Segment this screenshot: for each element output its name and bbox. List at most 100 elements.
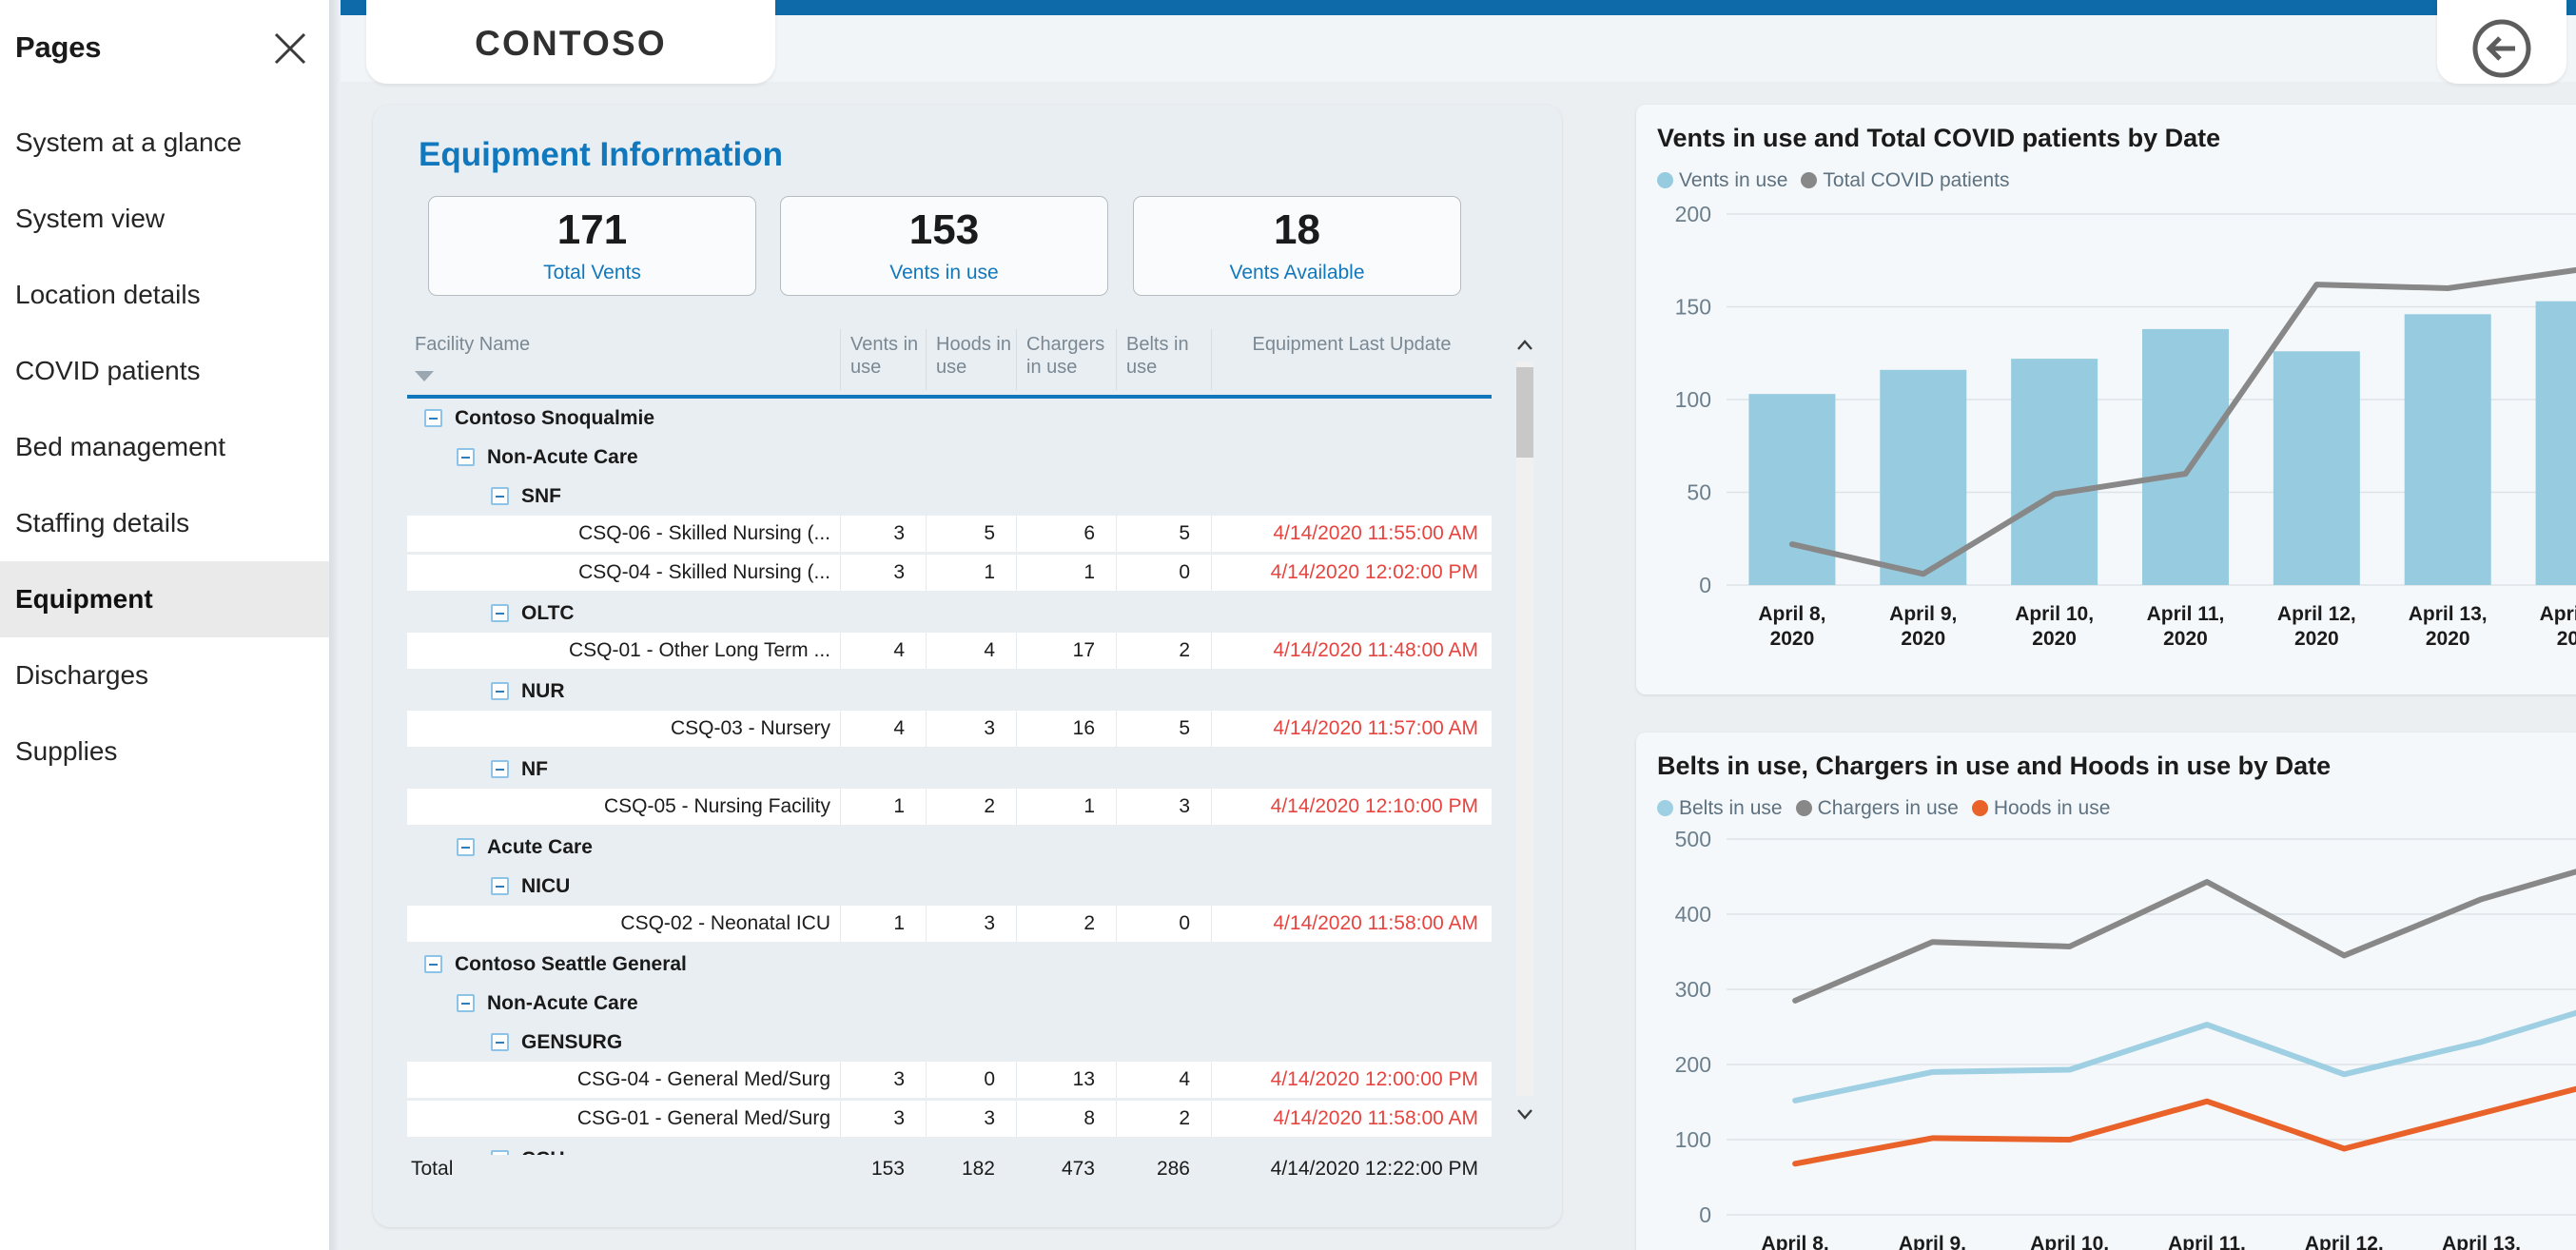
matrix-data-row[interactable]: CSG-01 - General Med/Surg 3 3 8 2 4/14/2020 1…: [407, 1101, 1492, 1137]
total-chargers: 473: [1061, 1158, 1095, 1180]
bar-0[interactable]: [1748, 394, 1836, 585]
bar-6[interactable]: [2535, 301, 2576, 585]
sidebar-item-label: Discharges: [15, 660, 149, 690]
cell-chargers: 17: [1016, 633, 1095, 669]
sidebar-item-staffing-details[interactable]: Staffing details: [0, 485, 329, 561]
collapse-expander-icon[interactable]: [491, 682, 509, 700]
cell-chargers: 2: [1016, 906, 1095, 942]
back-button[interactable]: [2437, 0, 2566, 84]
total-belts: 286: [1156, 1158, 1190, 1180]
bar-4[interactable]: [2273, 351, 2360, 585]
collapse-expander-icon[interactable]: [491, 877, 509, 895]
scrollbar-thumb[interactable]: [1516, 367, 1533, 458]
collapse-expander-icon[interactable]: [424, 955, 442, 973]
matrix-data-row[interactable]: CSQ-03 - Nursery 4 3 16 5 4/14/2020 11:57:00 …: [407, 711, 1492, 747]
scrollbar-track[interactable]: [1516, 361, 1533, 1096]
sidebar-item-label: Supplies: [15, 736, 118, 766]
sidebar-item-equipment[interactable]: Equipment: [0, 561, 329, 637]
cell-equipment-last-update: 4/14/2020 11:58:00 AM: [1211, 1101, 1492, 1137]
matrix-group-row[interactable]: OLTC: [407, 594, 1492, 633]
x-axis-tick: April 12,2020: [2304, 1233, 2384, 1250]
sidebar-item-label: COVID patients: [15, 356, 201, 385]
scroll-up-chevron-icon[interactable]: [1514, 335, 1535, 358]
collapse-expander-icon[interactable]: [457, 994, 475, 1012]
brand-logo-tab: CONTOSO: [366, 0, 775, 84]
column-header-hoods-in-use[interactable]: Hoods in use: [926, 329, 1016, 390]
sidebar-item-discharges[interactable]: Discharges: [0, 637, 329, 713]
sidebar-item-supplies[interactable]: Supplies: [0, 713, 329, 790]
pages-list: System at a glance System view Location de…: [0, 105, 329, 790]
kpi-card-vents-in-use[interactable]: 153 Vents in use: [780, 196, 1108, 296]
column-header-equipment-last-update[interactable]: Equipment Last Update: [1211, 329, 1492, 390]
matrix-data-row[interactable]: CSQ-05 - Nursing Facility 1 2 1 3 4/14/2020 1…: [407, 789, 1492, 825]
collapse-expander-icon[interactable]: [424, 409, 442, 427]
column-header-chargers-in-use[interactable]: Chargers in use: [1016, 329, 1116, 390]
matrix-group-row[interactable]: Contoso Snoqualmie: [407, 399, 1492, 438]
collapse-expander-icon[interactable]: [491, 760, 509, 778]
collapse-expander-icon[interactable]: [491, 604, 509, 622]
kpi-value: 171: [556, 206, 628, 253]
cell-vents: 1: [840, 906, 905, 942]
cell-chargers: 8: [1016, 1101, 1095, 1137]
x-axis-tick: April 10,2020: [2030, 1233, 2110, 1250]
matrix-data-row[interactable]: CSQ-06 - Skilled Nursing (... 3 5 6 5 4/14/20…: [407, 516, 1492, 552]
x-axis-tick: April 10,2020: [2015, 603, 2095, 651]
sidebar-item-location-details[interactable]: Location details: [0, 257, 329, 333]
bar-3[interactable]: [2142, 328, 2229, 585]
sidebar-item-system-view[interactable]: System view: [0, 181, 329, 257]
svg-text:200: 200: [1675, 202, 1711, 226]
matrix-group-row[interactable]: NUR: [407, 672, 1492, 711]
back-arrow-circle-icon: [2469, 16, 2534, 81]
pages-pane-header: Pages: [0, 0, 329, 91]
sidebar-item-label: System view: [15, 204, 166, 233]
bar-5[interactable]: [2404, 314, 2491, 585]
collapse-expander-icon[interactable]: [457, 448, 475, 466]
matrix-group-row[interactable]: Contoso Seattle General: [407, 945, 1492, 984]
collapse-expander-icon[interactable]: [457, 838, 475, 856]
matrix-data-row[interactable]: CSQ-04 - Skilled Nursing (... 3 1 1 0 4/14/20…: [407, 555, 1492, 591]
collapse-expander-icon[interactable]: [491, 1033, 509, 1051]
matrix-total-row: Total 153 182 473 286 4/14/2020 12:22:00 PM: [407, 1149, 1492, 1189]
line-chargers-in-use[interactable]: [1792, 859, 2576, 1004]
matrix-group-row[interactable]: NF: [407, 750, 1492, 789]
x-axis-tick: April 13,2020: [2408, 603, 2488, 651]
matrix-data-row[interactable]: CSG-04 - General Med/Surg 3 0 13 4 4/14/2020 …: [407, 1062, 1492, 1098]
matrix-group-row[interactable]: Non-Acute Care: [407, 438, 1492, 477]
column-header-facility-name[interactable]: Facility Name: [411, 329, 840, 390]
cell-hoods: 5: [926, 516, 995, 552]
matrix-data-row[interactable]: CSQ-01 - Other Long Term ... 4 4 17 2 4/14/20…: [407, 633, 1492, 669]
cell-equipment-last-update: 4/14/2020 12:00:00 PM: [1211, 1062, 1492, 1098]
line-hoods-in-use[interactable]: [1792, 1078, 2576, 1167]
matrix-group-row[interactable]: GENSURG: [407, 1023, 1492, 1062]
sidebar-item-system-at-a-glance[interactable]: System at a glance: [0, 105, 329, 181]
cell-chargers: 1: [1016, 555, 1095, 591]
column-header-vents-in-use[interactable]: Vents in use: [840, 329, 926, 390]
matrix-group-row[interactable]: NICU: [407, 867, 1492, 906]
matrix-body: Contoso Snoqualmie Non-Acute Care SNF CSQ-0…: [407, 399, 1492, 1155]
cell-equipment-last-update: 4/14/2020 11:48:00 AM: [1211, 633, 1492, 669]
bar-2[interactable]: [2011, 359, 2098, 585]
column-header-belts-in-use[interactable]: Belts in use: [1116, 329, 1211, 390]
vents-covid-plot-area: 0501001502006008001,0001,2001,4001,600Ap…: [1636, 105, 2576, 694]
matrix-data-row[interactable]: CSQ-02 - Neonatal ICU 1 3 2 0 4/14/2020 11:58…: [407, 906, 1492, 942]
matrix-group-row[interactable]: SNF: [407, 477, 1492, 516]
scroll-down-chevron-icon[interactable]: [1514, 1102, 1535, 1124]
facility-name-cell: CSG-04 - General Med/Surg: [576, 1068, 830, 1090]
collapse-expander-icon[interactable]: [491, 487, 509, 505]
kpi-card-vents-available[interactable]: 18 Vents Available: [1133, 196, 1461, 296]
matrix-group-label: NICU: [521, 875, 571, 897]
cell-hoods: 0: [926, 1062, 995, 1098]
matrix-group-row[interactable]: Non-Acute Care: [407, 984, 1492, 1023]
sidebar-item-covid-patients[interactable]: COVID patients: [0, 333, 329, 409]
close-icon[interactable]: [272, 30, 308, 67]
matrix-group-row[interactable]: Acute Care: [407, 828, 1492, 867]
cell-hoods: 3: [926, 1101, 995, 1137]
matrix-scrollbar[interactable]: [1511, 329, 1535, 1128]
matrix-group-label: Acute Care: [487, 836, 593, 858]
cell-equipment-last-update: 4/14/2020 12:02:00 PM: [1211, 555, 1492, 591]
kpi-card-total-vents[interactable]: 171 Total Vents: [428, 196, 756, 296]
sidebar-item-bed-management[interactable]: Bed management: [0, 409, 329, 485]
cell-belts: 2: [1116, 633, 1190, 669]
line-belts-in-use[interactable]: [1792, 1000, 2576, 1104]
matrix-group-label: NF: [521, 758, 548, 780]
